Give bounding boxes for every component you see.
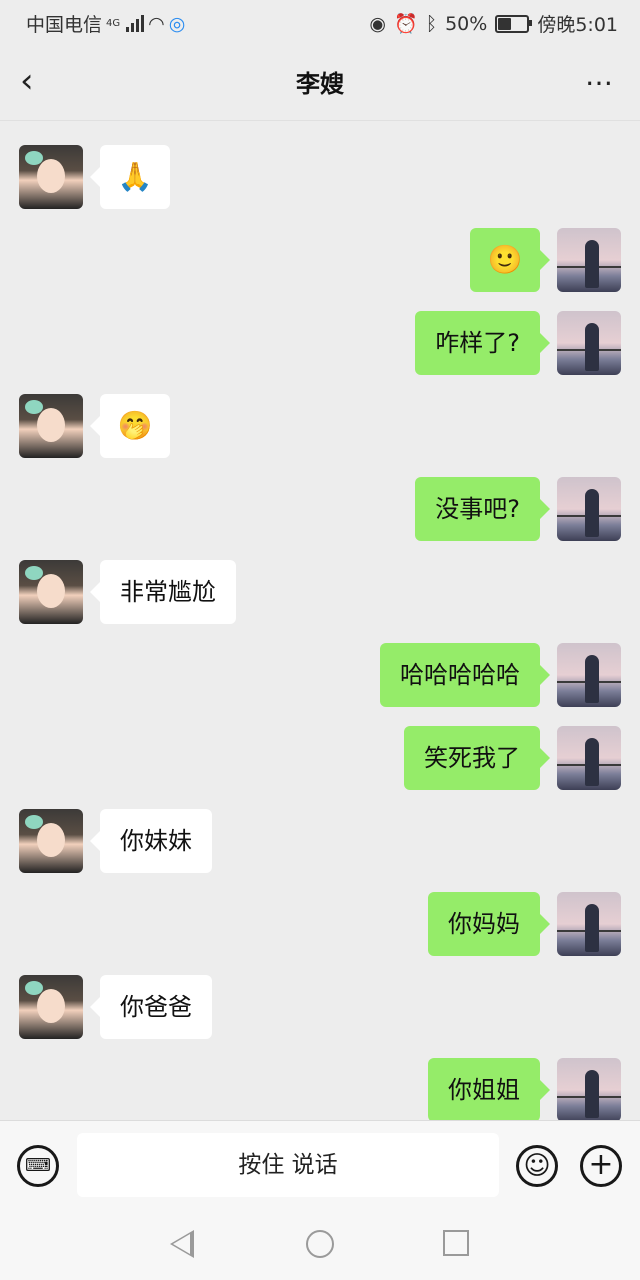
message-row: 🙏 xyxy=(0,145,640,209)
status-bar: 中国电信 4G ◠ ◎ ◉ ⏰ ᛒ 50% 傍晚5:01 xyxy=(0,0,640,44)
message-bubble-outgoing[interactable]: 咋样了? xyxy=(415,311,550,375)
contact-avatar[interactable] xyxy=(19,394,83,458)
smiley-icon[interactable]: ☺ xyxy=(516,1145,558,1187)
recents-square-icon[interactable] xyxy=(443,1230,469,1256)
clock: 傍晚5:01 xyxy=(537,14,618,36)
message-bubble-incoming[interactable]: 非常尴尬 xyxy=(90,560,236,624)
contact-avatar[interactable] xyxy=(19,560,83,624)
battery-fill xyxy=(498,17,512,30)
message-row: 你妈妈 xyxy=(0,892,640,956)
message-row: 🙂 xyxy=(0,228,640,292)
contact-avatar[interactable] xyxy=(19,145,83,209)
message-row: 哈哈哈哈哈 xyxy=(0,643,640,707)
message-bubble-outgoing[interactable]: 🙂 xyxy=(470,228,550,292)
my-avatar[interactable] xyxy=(557,228,621,292)
battery-icon xyxy=(495,14,533,33)
my-avatar[interactable] xyxy=(557,726,621,790)
message-bubble-outgoing[interactable]: 没事吧? xyxy=(415,477,550,541)
message-bubble-outgoing[interactable]: 笑死我了 xyxy=(404,726,550,790)
my-avatar[interactable] xyxy=(557,311,621,375)
message-row: 你妹妹 xyxy=(0,809,640,873)
wifi-icon: ◠ xyxy=(148,12,165,35)
message-row: 没事吧? xyxy=(0,477,640,541)
more-dots-icon[interactable]: … xyxy=(585,62,614,90)
message-bubble-incoming[interactable]: 你爸爸 xyxy=(90,975,212,1039)
my-avatar[interactable] xyxy=(557,477,621,541)
contact-avatar[interactable] xyxy=(19,809,83,873)
message-row: 非常尴尬 xyxy=(0,560,640,624)
chat-title: 李嫂 xyxy=(296,70,344,98)
home-circle-icon[interactable] xyxy=(306,1230,334,1258)
chat-header: ‹ 李嫂 … xyxy=(0,44,640,121)
network-label: 4G xyxy=(106,18,121,29)
alarm-icon: ⏰ xyxy=(394,12,418,35)
plus-icon[interactable]: + xyxy=(580,1145,622,1187)
contact-avatar[interactable] xyxy=(19,975,83,1039)
carrier-label: 中国电信 xyxy=(26,14,103,36)
message-list[interactable]: 🙏 🙂 咋样了? 🤭 没事吧? 非常尴尬 哈哈哈哈哈 笑死我了 你妹妹 你妈妈 … xyxy=(0,121,640,1120)
back-triangle-icon[interactable] xyxy=(170,1230,194,1258)
app-notification-icon: ◎ xyxy=(168,12,186,35)
bluetooth-icon: ᛒ xyxy=(425,12,438,35)
message-bubble-outgoing[interactable]: 你姐姐 xyxy=(428,1058,550,1120)
message-bubble-incoming[interactable]: 你妹妹 xyxy=(90,809,212,873)
my-avatar[interactable] xyxy=(557,643,621,707)
signal-icon xyxy=(126,14,145,32)
message-row: 你姐姐 xyxy=(0,1058,640,1120)
message-row: 咋样了? xyxy=(0,311,640,375)
hold-to-talk-button[interactable]: 按住 说话 xyxy=(77,1133,499,1197)
my-avatar[interactable] xyxy=(557,892,621,956)
message-row: 你爸爸 xyxy=(0,975,640,1039)
message-bubble-outgoing[interactable]: 你妈妈 xyxy=(428,892,550,956)
system-navigation-bar xyxy=(0,1210,640,1280)
message-row: 笑死我了 xyxy=(0,726,640,790)
message-bubble-outgoing[interactable]: 哈哈哈哈哈 xyxy=(380,643,550,707)
message-bubble-incoming[interactable]: 🙏 xyxy=(90,145,170,209)
keyboard-icon[interactable]: ⌨ xyxy=(17,1145,59,1187)
message-row: 🤭 xyxy=(0,394,640,458)
my-avatar[interactable] xyxy=(557,1058,621,1120)
eye-icon: ◉ xyxy=(369,12,387,35)
message-bubble-incoming[interactable]: 🤭 xyxy=(90,394,170,458)
battery-percent: 50% xyxy=(445,12,488,35)
input-bar: ⌨ 按住 说话 ☺ + xyxy=(0,1120,640,1211)
